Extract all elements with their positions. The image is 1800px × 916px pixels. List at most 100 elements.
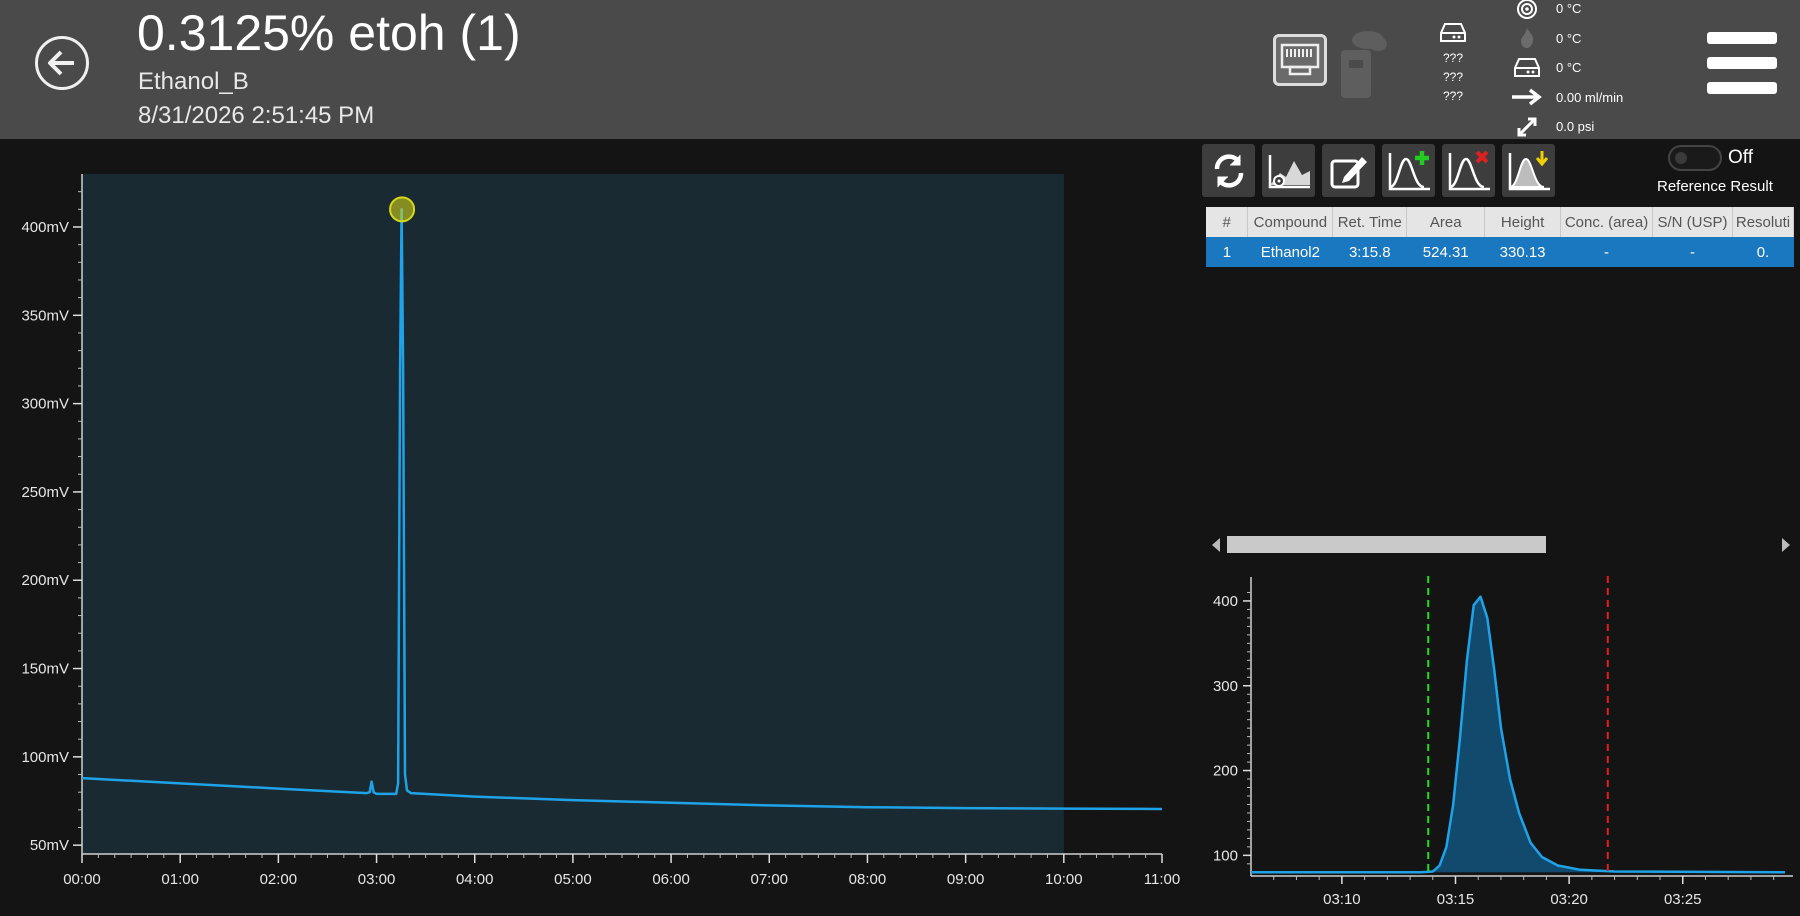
x-tick-label: 08:00 (849, 871, 887, 888)
status-row: 0.00 ml/min (1508, 83, 1623, 113)
fill-peak-button[interactable] (1502, 144, 1555, 197)
cell-height: 330.13 (1484, 237, 1561, 267)
status-row: 0.0 psi (1508, 112, 1623, 142)
cell-area: 524.31 (1406, 237, 1485, 267)
x-tick-label: 04:00 (456, 871, 494, 888)
scroll-right-arrow-icon[interactable] (1782, 538, 1790, 552)
cell-conc: - (1560, 237, 1653, 267)
x-tick-label: 11:00 (1144, 871, 1180, 888)
edit-button[interactable] (1322, 144, 1375, 197)
flame-icon (1508, 26, 1546, 50)
scroll-left-arrow-icon[interactable] (1212, 538, 1220, 552)
y-tick-label: 400 (1213, 593, 1238, 610)
menu-bar (1707, 32, 1777, 44)
back-button[interactable] (35, 36, 89, 90)
drive-icon (1440, 23, 1466, 42)
column-header[interactable]: Ret. Time (1332, 207, 1408, 237)
target-icon (1508, 0, 1546, 21)
oven-temp: 0 °C (1556, 1, 1582, 17)
x-tick-label: 07:00 (750, 871, 788, 888)
column-header[interactable]: Compound (1247, 207, 1334, 237)
x-tick-label: 03:15 (1437, 891, 1475, 908)
injector-temp: 0 °C (1556, 60, 1582, 76)
remove-peak-icon (1448, 150, 1490, 190)
peak-apex-marker (389, 196, 416, 223)
reference-result-label: Reference Result (1657, 178, 1773, 195)
hamburger-menu-button[interactable] (1707, 32, 1777, 94)
table-row[interactable]: 1 Ethanol2 3:15.8 524.31 330.13 - - 0. (1206, 237, 1794, 267)
arrow-left-icon (48, 50, 74, 76)
x-tick-label: 03:10 (1323, 891, 1361, 908)
x-tick-label: 01:00 (161, 871, 199, 888)
cell-ret-time: 3:15.8 (1332, 237, 1407, 267)
status-row: 0 °C (1508, 0, 1623, 24)
add-peak-icon (1388, 150, 1430, 190)
x-tick-label: 02:00 (260, 871, 298, 888)
integration-settings-button[interactable] (1262, 144, 1315, 197)
column-header[interactable]: Conc. (area) (1560, 207, 1653, 237)
detector-temp: 0 °C (1556, 30, 1582, 46)
method-name: Ethanol_B (138, 68, 249, 95)
reference-toggle-wrap: Off (1668, 145, 1753, 171)
x-tick-label: 05:00 (554, 871, 592, 888)
cell-compound: Ethanol2 (1247, 237, 1333, 267)
column-header[interactable]: # (1206, 207, 1249, 237)
flow-rate: 0.00 ml/min (1556, 89, 1624, 105)
column-header[interactable]: Area (1406, 207, 1486, 237)
reference-toggle[interactable] (1668, 145, 1722, 171)
peak-table: # Compound Ret. Time Area Height Conc. (… (1206, 207, 1794, 527)
header-bar: 0.3125% etoh (1) Ethanol_B 8/31/2026 2:5… (0, 0, 1800, 139)
drive-value: ??? (1442, 70, 1464, 84)
ethernet-icon (1273, 34, 1327, 86)
add-peak-button[interactable] (1382, 144, 1435, 197)
y-tick-label: 400mV (21, 219, 69, 236)
pressure-icon (1508, 115, 1546, 139)
x-tick-label: 03:20 (1550, 891, 1588, 908)
x-tick-label: 10:00 (1045, 871, 1083, 888)
menu-bar (1707, 82, 1777, 94)
table-horizontal-scrollbar[interactable] (1208, 533, 1794, 557)
pressure: 0.0 psi (1556, 119, 1595, 135)
refresh-button[interactable] (1202, 144, 1255, 197)
status-row: 0 °C (1508, 24, 1623, 54)
y-tick-label: 100 (1213, 847, 1238, 864)
fill-peak-icon (1508, 150, 1550, 190)
peak-detail-chart[interactable]: 100 200 300 400 03:10 03:15 03:20 03:25 (1200, 572, 1800, 916)
cell-sn: - (1652, 237, 1733, 267)
peak-toolbar (1202, 144, 1555, 197)
x-tick-label: 03:25 (1664, 891, 1702, 908)
peak-area-fill (1428, 596, 1608, 873)
column-header[interactable]: Height (1484, 207, 1562, 237)
status-row: 0 °C (1508, 53, 1623, 83)
integration-settings-icon (1268, 154, 1310, 188)
drive-value: ??? (1442, 89, 1464, 103)
plot-area (82, 174, 1064, 854)
chromatogram-chart[interactable]: 50mV 100mV 150mV 200mV 250mV 300mV 350mV 400mV 0… (0, 139, 1190, 916)
peak-detail-svg: 100 200 300 400 03:10 03:15 03:20 03:25 (1213, 576, 1793, 908)
drive-temp-icon (1508, 56, 1546, 80)
x-tick-label: 03:00 (358, 871, 396, 888)
toggle-state-label: Off (1728, 147, 1753, 168)
flow-arrow-icon (1508, 85, 1546, 109)
y-tick-label: 350mV (21, 307, 69, 324)
cell-number: 1 (1206, 237, 1248, 267)
x-tick-label: 00:00 (63, 871, 101, 888)
y-tick-label: 100mV (21, 749, 69, 766)
drive-status: ??? ??? ??? (1432, 22, 1474, 106)
y-tick-label: 50mV (30, 837, 69, 854)
cell-resolution: 0. (1732, 237, 1794, 267)
column-header[interactable]: Resoluti (1732, 207, 1794, 237)
toggle-knob (1675, 152, 1687, 164)
status-list: 0 °C 0 °C 0 °C 0.00 ml/min 0.0 psi (1508, 0, 1623, 142)
instrument-icon (1338, 28, 1388, 100)
run-timestamp: 8/31/2026 2:51:45 PM (138, 102, 375, 129)
y-tick-label: 250mV (21, 484, 69, 501)
table-header-row: # Compound Ret. Time Area Height Conc. (… (1206, 207, 1794, 237)
y-tick-label: 200 (1213, 763, 1238, 780)
x-tick-label: 06:00 (652, 871, 690, 888)
scrollbar-thumb[interactable] (1227, 536, 1546, 553)
page-title: 0.3125% etoh (1) (137, 5, 521, 61)
remove-peak-button[interactable] (1442, 144, 1495, 197)
column-header[interactable]: S/N (USP) (1652, 207, 1733, 237)
y-tick-label: 150mV (21, 661, 69, 678)
